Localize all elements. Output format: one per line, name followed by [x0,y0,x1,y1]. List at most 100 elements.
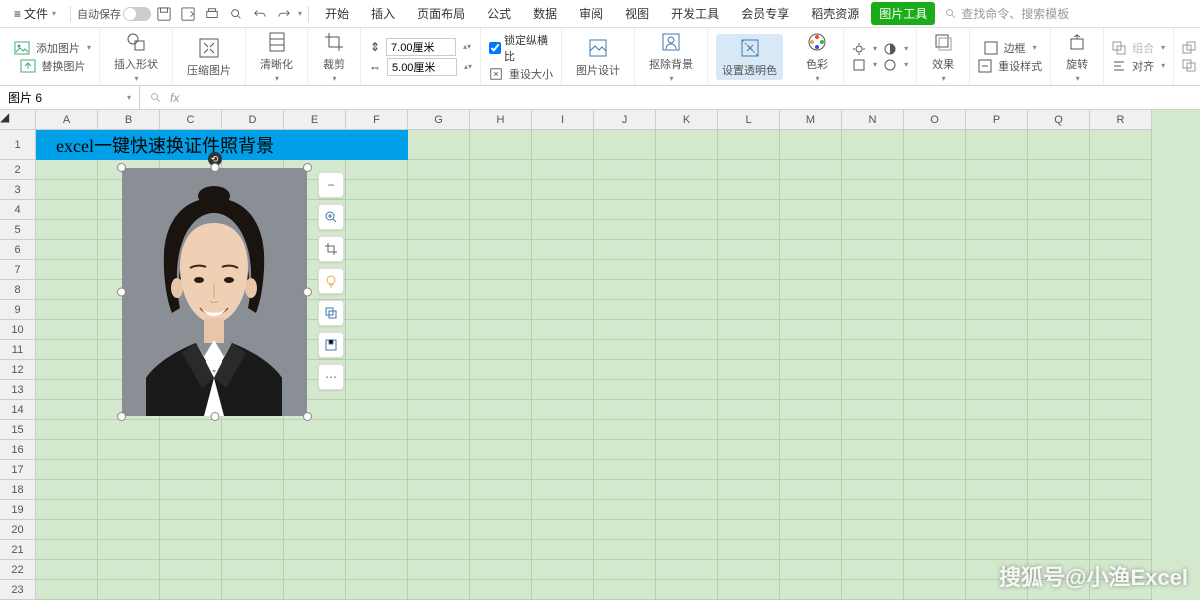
row-header[interactable]: 21 [0,540,36,560]
save-icon[interactable] [153,3,175,25]
cell[interactable] [36,220,98,240]
cell[interactable] [532,380,594,400]
cell[interactable] [1090,400,1152,420]
cell[interactable] [346,520,408,540]
cell[interactable] [904,460,966,480]
cell[interactable] [842,560,904,580]
row-header[interactable]: 10 [0,320,36,340]
remove-bg-button[interactable]: 抠除背景▾ [643,28,699,85]
cell[interactable] [966,340,1028,360]
cell[interactable] [36,480,98,500]
cell[interactable] [904,360,966,380]
cell[interactable] [160,440,222,460]
cell[interactable] [532,340,594,360]
cell[interactable] [408,540,470,560]
cell[interactable] [842,440,904,460]
cell[interactable] [346,300,408,320]
cell[interactable] [346,340,408,360]
resize-handle-e[interactable] [303,288,312,297]
cell[interactable] [656,160,718,180]
cell[interactable] [532,580,594,600]
cell[interactable] [594,180,656,200]
cell[interactable] [36,440,98,460]
cell[interactable] [594,260,656,280]
cell[interactable] [1090,160,1152,180]
cell[interactable] [408,500,470,520]
row-header[interactable]: 13 [0,380,36,400]
redo-icon[interactable] [273,3,295,25]
cell[interactable] [1090,540,1152,560]
cell[interactable] [718,300,780,320]
cell[interactable] [160,560,222,580]
cell[interactable] [780,360,842,380]
row-header[interactable]: 23 [0,580,36,600]
cell[interactable] [718,180,780,200]
cell[interactable] [594,220,656,240]
crop-button[interactable]: 裁剪▾ [316,28,352,85]
add-image-button[interactable]: 添加图片▾ [14,40,91,56]
cell[interactable] [532,460,594,480]
tab-member[interactable]: 会员专享 [731,1,799,26]
cell[interactable] [904,400,966,420]
cell[interactable] [160,480,222,500]
cell[interactable] [966,130,1028,160]
tab-review[interactable]: 审阅 [569,1,613,26]
cell[interactable] [1028,520,1090,540]
col-header[interactable]: G [408,110,470,130]
cell[interactable] [98,520,160,540]
cell[interactable] [780,240,842,260]
cell[interactable] [1090,240,1152,260]
cell[interactable] [718,580,780,600]
cell[interactable] [656,500,718,520]
cell[interactable] [718,200,780,220]
cell[interactable] [966,500,1028,520]
cell[interactable] [470,480,532,500]
cell[interactable] [1028,300,1090,320]
cell[interactable] [780,320,842,340]
filter-icon[interactable] [852,58,866,72]
cell[interactable] [842,580,904,600]
cell[interactable] [36,240,98,260]
cell[interactable] [1028,320,1090,340]
cell[interactable] [656,130,718,160]
print-preview-icon[interactable] [225,3,247,25]
cell[interactable] [780,220,842,240]
cell[interactable] [1028,420,1090,440]
cell[interactable] [408,240,470,260]
cell[interactable] [842,240,904,260]
cell[interactable] [36,580,98,600]
cell[interactable] [1090,320,1152,340]
cell[interactable] [656,320,718,340]
cell[interactable] [470,280,532,300]
cell[interactable] [904,440,966,460]
row-header[interactable]: 22 [0,560,36,580]
cell[interactable] [842,360,904,380]
cell[interactable] [656,520,718,540]
cell[interactable] [408,580,470,600]
cell[interactable] [594,320,656,340]
cell[interactable] [284,480,346,500]
float-more-icon[interactable]: ⋯ [318,364,344,390]
cell[interactable] [780,380,842,400]
row-header[interactable]: 11 [0,340,36,360]
cell[interactable] [346,560,408,580]
cell[interactable] [904,160,966,180]
cell[interactable] [1090,480,1152,500]
cell[interactable] [842,220,904,240]
cell[interactable] [408,300,470,320]
cell[interactable] [346,220,408,240]
cell[interactable] [470,320,532,340]
cell[interactable] [346,400,408,420]
cell[interactable] [408,340,470,360]
cell[interactable] [346,500,408,520]
cell[interactable] [966,240,1028,260]
cell[interactable] [408,520,470,540]
cell[interactable] [966,280,1028,300]
cell[interactable] [842,200,904,220]
cell[interactable] [780,130,842,160]
cell[interactable] [594,400,656,420]
cell[interactable] [780,260,842,280]
cell[interactable] [718,440,780,460]
cell[interactable] [780,280,842,300]
cell[interactable] [1090,460,1152,480]
